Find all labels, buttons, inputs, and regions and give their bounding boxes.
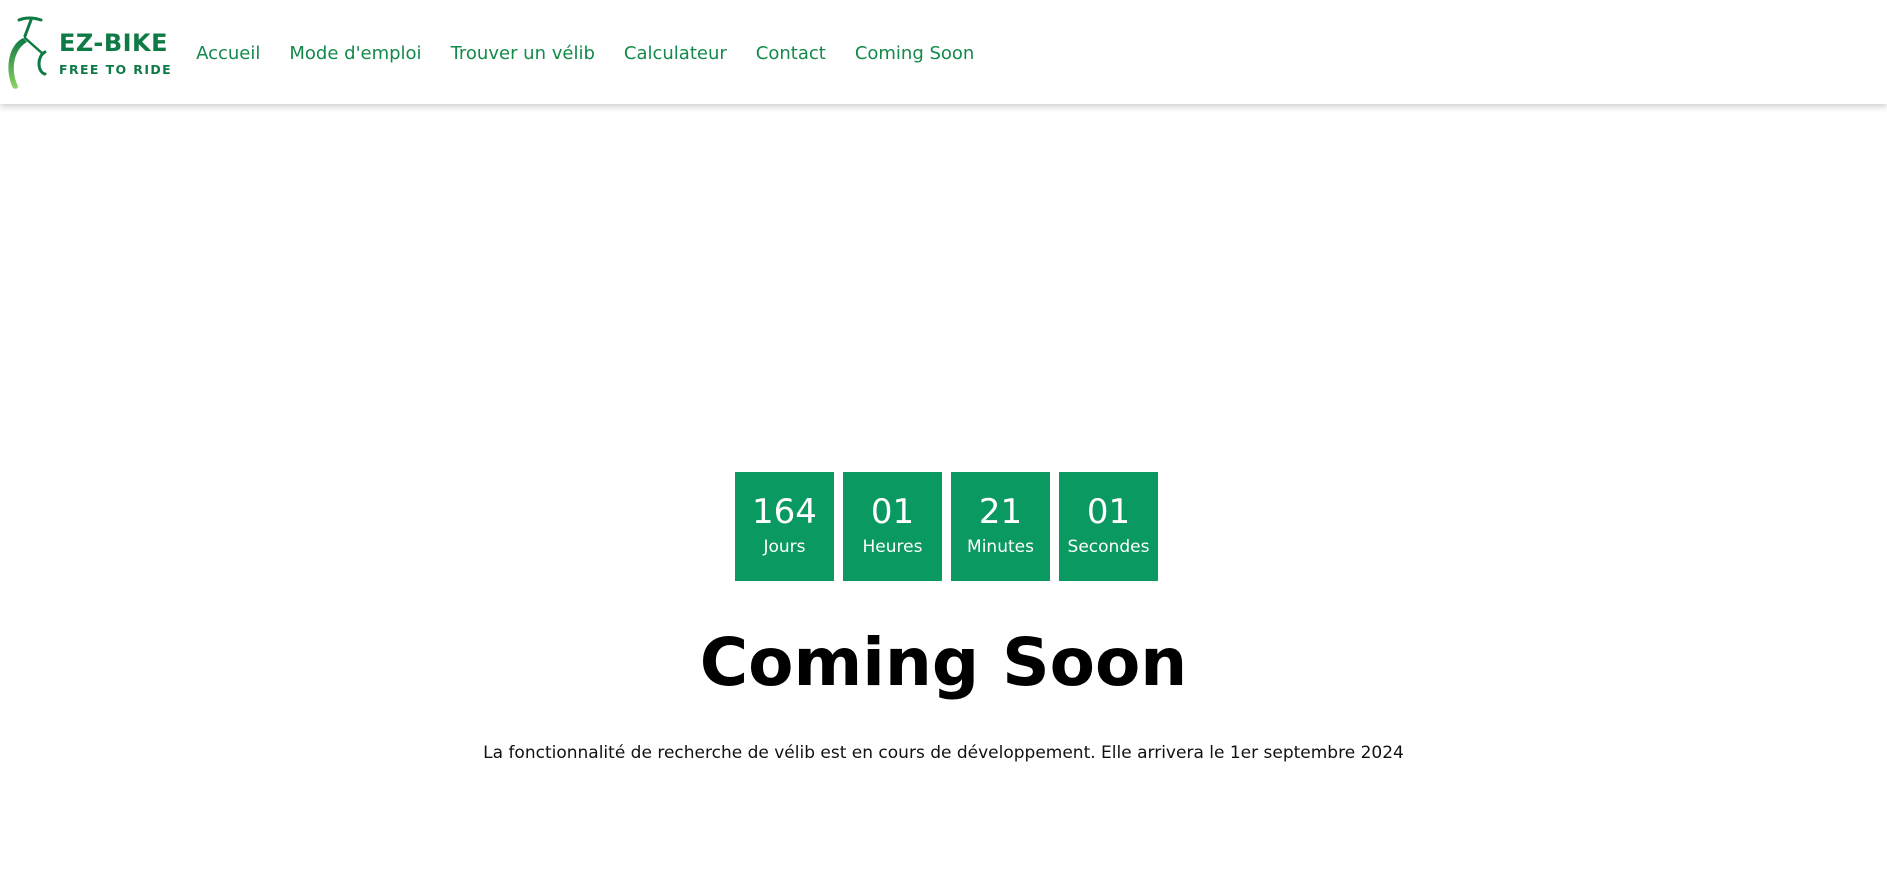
countdown-days-value: 164 [752,491,817,532]
countdown-hours-value: 01 [870,491,915,532]
countdown-hours-label: Heures [862,536,923,557]
nav-link-calculateur[interactable]: Calculateur [624,43,727,64]
countdown-days-label: Jours [763,536,806,557]
countdown-seconds: 01 Secondes [1059,472,1158,581]
countdown-minutes-value: 21 [978,491,1023,532]
page-description: La fonctionnalité de recherche de vélib … [483,743,1404,763]
brand-tagline: FREE TO RIDE [59,62,173,77]
nav-link-accueil[interactable]: Accueil [196,43,260,64]
bicycle-icon [8,16,47,89]
countdown-minutes: 21 Minutes [951,472,1050,581]
countdown-timer: 164 Jours 01 Heures 21 Minutes 01 Second… [735,472,1158,581]
page-title: Coming Soon [699,624,1188,701]
countdown-days: 164 Jours [735,472,834,581]
countdown-minutes-label: Minutes [967,536,1034,557]
nav-link-mode-emploi[interactable]: Mode d'emploi [289,43,421,64]
main-nav: Accueil Mode d'emploi Trouver un vélib C… [196,43,1003,64]
top-navbar: EZ-BIKE FREE TO RIDE Accueil Mode d'empl… [0,0,1887,104]
countdown-seconds-value: 01 [1086,491,1131,532]
brand-title: EZ-BIKE [59,29,169,57]
nav-link-contact[interactable]: Contact [756,43,826,64]
nav-link-trouver-velib[interactable]: Trouver un vélib [451,43,595,64]
brand-logo[interactable]: EZ-BIKE FREE TO RIDE [5,7,172,97]
countdown-hours: 01 Heures [843,472,942,581]
countdown-seconds-label: Secondes [1067,536,1150,557]
nav-link-coming-soon[interactable]: Coming Soon [855,43,975,64]
